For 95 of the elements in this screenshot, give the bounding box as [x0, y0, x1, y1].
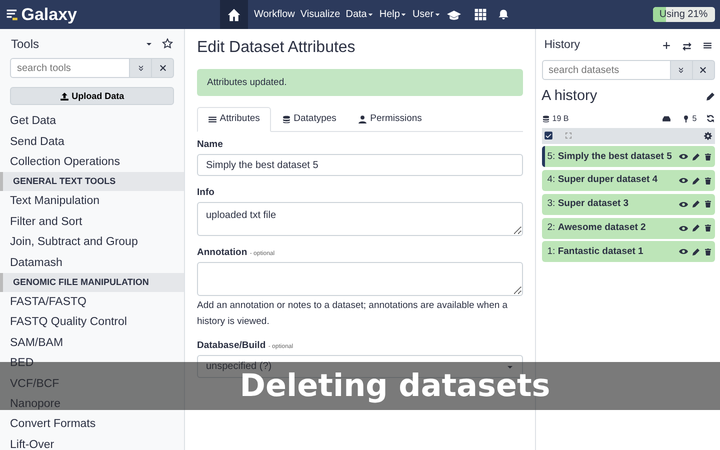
refresh-icon[interactable] [706, 114, 714, 124]
switch-icon[interactable] [682, 40, 692, 51]
pencil-icon[interactable] [692, 200, 700, 208]
tool-category[interactable]: Datamash [0, 252, 184, 273]
database-icon [282, 115, 291, 124]
eye-icon[interactable] [678, 176, 688, 185]
dataset-item[interactable]: 4: Super duper dataset 4 [542, 170, 714, 191]
panel-title: History [544, 38, 580, 54]
tab[interactable]: Datatypes [270, 107, 348, 132]
section-header: GENOMIC FILE MANIPULATION [0, 272, 184, 292]
apps-grid-icon[interactable] [474, 8, 487, 21]
help-text: Add an annotation or notes to a dataset; annotations are available when a history is viewed. [197, 299, 509, 329]
tool-category[interactable]: Collection Operations [0, 152, 184, 172]
field-label: Database/Build [197, 339, 266, 352]
upload-icon [60, 92, 69, 101]
caret-icon [434, 11, 441, 18]
close-icon [699, 66, 707, 74]
section-header: GENERAL TEXT TOOLS [0, 172, 184, 192]
dataset-item[interactable]: 3: Super dataset 3 [542, 194, 714, 215]
search-field[interactable]: search datasets [542, 60, 670, 80]
eye-icon[interactable] [678, 200, 688, 209]
caret-icon [400, 11, 407, 18]
dataset-title: 4: Super duper dataset 4 [547, 173, 658, 188]
dataset-item[interactable]: 5: Simply the best dataset 5 [542, 146, 714, 168]
tool-category[interactable]: FASTA/FASTQ [0, 292, 184, 312]
tool-category[interactable]: Get Data [0, 111, 184, 132]
page-title: Edit Dataset Attributes [197, 38, 356, 58]
dataset-title: 5: Simply the best dataset 5 [547, 150, 672, 164]
trash-icon[interactable] [704, 176, 712, 184]
nav-menu-item[interactable]: Workflow [254, 7, 295, 22]
map-pin-icon [682, 114, 690, 123]
tool-category[interactable]: Lift-Over [0, 434, 184, 450]
text-input[interactable]: Simply the best dataset 5 [197, 154, 523, 176]
pencil-icon[interactable] [692, 248, 700, 256]
nav-menu-item[interactable]: Data [346, 7, 374, 22]
pencil-icon[interactable] [692, 224, 700, 232]
panel-title: Tools [11, 36, 40, 52]
tool-category[interactable]: Send Data [0, 132, 184, 152]
tab[interactable]: Permissions [347, 107, 433, 132]
eye-icon[interactable] [678, 224, 688, 232]
trash-icon[interactable] [704, 152, 712, 161]
settings-icon[interactable] [704, 132, 712, 140]
dataset-title: 3: Super dataset 3 [547, 197, 629, 212]
list-icon [208, 115, 217, 124]
tool-category[interactable]: Convert Formats [0, 414, 184, 435]
trash-icon[interactable] [704, 248, 712, 256]
double-chevron-icon [677, 66, 685, 74]
text-area[interactable]: uploaded txt file [197, 202, 523, 236]
double-chevron-icon [136, 64, 144, 72]
pencil-icon[interactable] [692, 152, 700, 161]
quota-meter[interactable]: Using 21% [652, 7, 714, 22]
menu-icon[interactable] [702, 41, 712, 50]
nav-menu-item[interactable]: Visualize [300, 7, 340, 22]
graduation-cap-icon[interactable] [446, 8, 462, 22]
tool-category[interactable]: Filter and Sort [0, 212, 184, 232]
nav-menu-item[interactable]: User [412, 7, 441, 22]
field-label: Info [197, 186, 214, 199]
trash-icon[interactable] [704, 224, 712, 232]
success-alert: Attributes updated. [197, 69, 523, 96]
user-icon [358, 115, 368, 124]
upload-button[interactable]: Upload Data [10, 87, 174, 106]
dataset-title: 1: Fantastic dataset 1 [547, 244, 644, 259]
field-label: Annotation [197, 246, 248, 259]
search-field[interactable]: search tools [10, 58, 130, 78]
select-all-checkbox[interactable] [544, 131, 554, 140]
clear-search-button[interactable] [692, 60, 714, 80]
dataset-title: 2: Awesome dataset 2 [547, 220, 646, 235]
history-name: A history [542, 86, 598, 106]
plus-icon[interactable] [662, 41, 671, 50]
dataset-count: 5 [692, 112, 697, 125]
database-icon [542, 114, 550, 123]
star-icon[interactable] [162, 38, 173, 49]
caret-icon [366, 11, 374, 18]
clear-search-button[interactable] [152, 58, 174, 78]
eye-icon[interactable] [678, 247, 688, 256]
tool-category[interactable]: SAM/BAM [0, 332, 184, 354]
tool-category[interactable]: FASTQ Quality Control [0, 312, 184, 333]
history-size: 19 B [552, 112, 569, 125]
nav-menu-item[interactable]: Help [379, 7, 407, 22]
eye-icon[interactable] [678, 152, 688, 162]
close-icon [158, 64, 166, 72]
tool-category[interactable]: Join, Subtract and Group [0, 232, 184, 253]
brand-name[interactable]: Galaxy [21, 2, 78, 28]
home-icon[interactable] [227, 8, 242, 22]
trash-icon[interactable] [704, 200, 712, 208]
tab[interactable]: Attributes [197, 107, 271, 132]
storage-icon[interactable] [662, 114, 671, 124]
dataset-item[interactable]: 2: Awesome dataset 2 [542, 218, 714, 238]
pencil-icon[interactable] [692, 176, 700, 184]
field-label: Name [197, 138, 223, 151]
bell-icon[interactable] [498, 9, 510, 20]
tool-category[interactable]: Text Manipulation [0, 191, 184, 212]
dataset-item[interactable]: 1: Fantastic dataset 1 [542, 241, 714, 262]
galaxy-logo-icon [6, 8, 18, 21]
pencil-icon[interactable] [706, 92, 714, 101]
